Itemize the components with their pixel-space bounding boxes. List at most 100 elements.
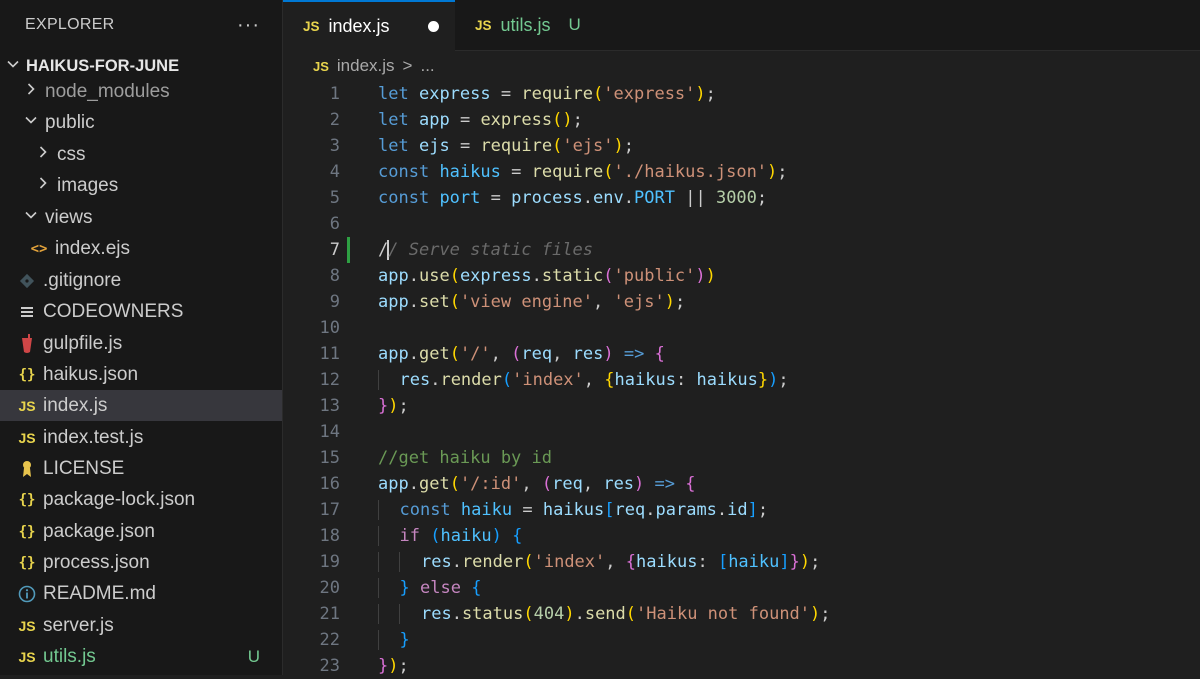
js-file-icon: JS	[313, 58, 329, 74]
tree-item-label: README.md	[43, 582, 156, 604]
tree-item-label: index.ejs	[55, 237, 130, 259]
tree-item-css[interactable]: css	[0, 139, 282, 170]
code-line: 14	[283, 419, 1200, 445]
code-text: // Serve static files	[378, 240, 593, 260]
code-line: 18 if (haiku) {	[283, 523, 1200, 549]
tree-item-codeowners[interactable]: CODEOWNERS	[0, 296, 282, 327]
line-number: 14	[319, 422, 340, 442]
js-file-icon: JS	[475, 17, 492, 33]
unsaved-dot-icon[interactable]	[428, 21, 439, 32]
line-number: 3	[329, 136, 340, 156]
tree-item-node-modules[interactable]: node_modules	[0, 76, 282, 107]
breadcrumb-separator: >	[402, 56, 413, 75]
code-line: 22 }	[283, 627, 1200, 653]
tree-item-utils-js[interactable]: JS utils.js U	[0, 641, 282, 672]
code-line: 4 const haikus = require('./haikus.json')…	[283, 159, 1200, 185]
line-number: 11	[319, 344, 340, 364]
tree-item-label: views	[45, 206, 93, 228]
explorer-title: EXPLORER	[25, 16, 115, 33]
tab-label: index.js	[328, 16, 390, 36]
line-number: 12	[319, 370, 340, 390]
code-line: 5 const port = process.env.PORT || 3000;	[283, 185, 1200, 211]
code-text: const port = process.env.PORT || 3000;	[378, 188, 768, 208]
tree-item-label: css	[57, 143, 86, 165]
tree-item-label: LICENSE	[43, 457, 125, 479]
tree-item-public[interactable]: public	[0, 107, 282, 138]
info-icon	[16, 585, 38, 603]
tree-item-license[interactable]: LICENSE	[0, 453, 282, 484]
tree-item-label: package-lock.json	[43, 488, 196, 510]
line-number: 7	[329, 240, 340, 260]
tree-item-label: index.test.js	[43, 426, 144, 448]
project-name: HAIKUS-FOR-JUNE	[26, 56, 180, 75]
breadcrumb-symbol[interactable]: ...	[420, 56, 434, 76]
code-text: if (haiku) {	[378, 523, 522, 549]
tree-item-label: public	[45, 111, 95, 133]
code-line: 8 app.use(express.static('public'))	[283, 263, 1200, 289]
tree-item-label: package.json	[43, 520, 155, 542]
line-number: 16	[319, 474, 340, 494]
tree-item-readme[interactable]: README.md	[0, 578, 282, 609]
tree-item-images[interactable]: images	[0, 170, 282, 201]
tree-item-label: index.js	[43, 394, 108, 416]
line-number: 10	[319, 318, 340, 338]
tab-index-js[interactable]: JS index.js	[283, 0, 455, 51]
code-text: app.get('/:id', (req, res) => {	[378, 474, 696, 494]
code-line: 19 res.render('index', {haikus: [haiku]}…	[283, 549, 1200, 575]
line-number: 17	[319, 500, 340, 520]
tree-item-haikus-json[interactable]: {} haikus.json	[0, 359, 282, 390]
code-line: 6	[283, 211, 1200, 237]
line-number: 1	[329, 84, 340, 104]
line-number: 15	[319, 448, 340, 468]
tab-utils-js[interactable]: JS utils.js U	[455, 0, 615, 50]
json-file-icon: {}	[18, 491, 36, 508]
json-file-icon: {}	[18, 554, 36, 571]
code-text: });	[378, 656, 409, 676]
js-file-icon: JS	[18, 617, 36, 634]
js-file-icon: JS	[303, 19, 320, 34]
code-line: 9 app.set('view engine', 'ejs');	[283, 289, 1200, 315]
tree-item-gulpfile[interactable]: gulpfile.js	[0, 328, 282, 359]
breadcrumb: JS index.js > ...	[313, 53, 435, 79]
tab-bar: JS index.js JS utils.js U	[283, 0, 1200, 51]
tree-item-index-ejs[interactable]: <> index.ejs	[0, 233, 282, 264]
tree-item-index-test-js[interactable]: JS index.test.js	[0, 422, 282, 453]
tree-item-index-js[interactable]: JS index.js	[0, 390, 282, 421]
code-text: res.render('index', {haikus: [haiku]});	[378, 549, 820, 575]
code-line: 23});	[283, 653, 1200, 679]
untracked-badge: U	[247, 646, 260, 666]
chevron-right-icon	[36, 176, 50, 195]
tree-item-label: node_modules	[45, 80, 170, 102]
code-line: 15 //get haiku by id	[283, 445, 1200, 471]
tree-item-label: server.js	[43, 614, 114, 636]
tree-item-package-json[interactable]: {} package.json	[0, 516, 282, 547]
line-number: 2	[329, 110, 340, 130]
tree-item-views[interactable]: views	[0, 202, 282, 233]
code-text: }	[378, 627, 410, 653]
tree-item-gitignore[interactable]: .gitignore	[0, 265, 282, 296]
code-line: 17 const haiku = haikus[req.params.id];	[283, 497, 1200, 523]
code-text: app.use(express.static('public'))	[378, 266, 716, 286]
line-number: 23	[319, 656, 340, 676]
tree-item-process-json[interactable]: {} process.json	[0, 547, 282, 578]
tree-item-label: CODEOWNERS	[43, 300, 184, 322]
untracked-badge: U	[568, 15, 581, 34]
more-actions-icon[interactable]: ···	[237, 14, 260, 37]
code-text: let express = require('express');	[378, 84, 716, 104]
code-text: });	[378, 396, 409, 416]
code-text: let app = express();	[378, 110, 583, 130]
line-number: 9	[329, 292, 340, 312]
code-line: 3 let ejs = require('ejs');	[283, 133, 1200, 159]
json-file-icon: {}	[18, 366, 36, 383]
tree-item-label: haikus.json	[43, 363, 139, 385]
code-text: let ejs = require('ejs');	[378, 136, 635, 156]
code-editor[interactable]: 1 let express = require('express'); 2 let …	[283, 81, 1200, 676]
code-text: res.render('index', {haikus: haikus});	[378, 367, 789, 393]
license-icon	[16, 460, 38, 478]
code-text: const haikus = require('./haikus.json');	[378, 162, 788, 182]
explorer-sidebar: EXPLORER ··· HAIKUS-FOR-JUNE node_module…	[0, 0, 283, 675]
tree-item-package-lock-json[interactable]: {} package-lock.json	[0, 484, 282, 515]
breadcrumb-file[interactable]: index.js	[337, 56, 395, 76]
tree-item-server-js[interactable]: JS server.js	[0, 610, 282, 641]
line-number: 6	[329, 214, 340, 234]
